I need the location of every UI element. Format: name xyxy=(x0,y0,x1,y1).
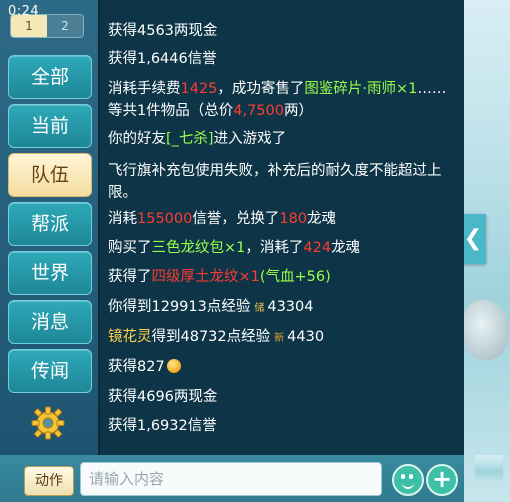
price-amount: 4,7500 xyxy=(233,103,284,119)
message-text: 获得1,6932信誉 xyxy=(108,418,217,434)
channel-tab-messages[interactable]: 消息 xyxy=(8,300,92,344)
scenery-flower xyxy=(475,455,503,483)
message-text: 信誉，兑换了 xyxy=(192,211,280,227)
message-text: 43304 xyxy=(267,299,314,315)
message-line: 消耗155000信誉，兑换了180龙魂 xyxy=(108,208,458,230)
message-line: 获得1,6932信誉 xyxy=(108,415,458,437)
message-line: 获得1,6446信誉 xyxy=(108,48,458,70)
channel-sidebar: 1 2 0:24 全部 当前 队伍 帮派 世界 消息 传闻 xyxy=(0,0,98,460)
smiley-mouth xyxy=(402,481,414,489)
action-button[interactable]: 动作 xyxy=(24,466,74,496)
message-line: 消耗手续费1425，成功寄售了图鉴碎片·雨师×1……等共1件物品（总价4,750… xyxy=(108,78,458,122)
message-text: 进入游戏了 xyxy=(213,131,287,147)
message-text: 你得到129913点经验 xyxy=(108,299,251,315)
message-text: 你的好友 xyxy=(108,131,166,147)
channel-tab-all[interactable]: 全部 xyxy=(8,55,92,99)
bonus-text: (气血+56) xyxy=(259,269,331,285)
pet-name-link[interactable]: 镜花灵 xyxy=(108,329,152,345)
coin-icon xyxy=(166,359,181,373)
message-text: 4430 xyxy=(287,329,325,345)
message-list[interactable]: 获得4563两现金 获得1,6446信誉 消耗手续费1425，成功寄售了图鉴碎片… xyxy=(100,0,464,455)
message-text: 龙魂 xyxy=(331,240,361,256)
message-text: 购买了 xyxy=(108,240,152,256)
amount: 180 xyxy=(279,211,308,227)
reserve-exp-badge: 储 xyxy=(254,303,265,314)
cost-amount: 424 xyxy=(303,240,332,256)
message-line: 获得了四级厚土龙纹×1(气血+56) xyxy=(108,266,458,288)
message-text: ，成功寄售了 xyxy=(217,81,305,97)
fee-amount: 1425 xyxy=(180,81,218,97)
status-time: 0:24 xyxy=(8,4,40,19)
item-link[interactable]: 四级厚土龙纹×1 xyxy=(152,269,260,285)
channel-tab-team[interactable]: 队伍 xyxy=(8,153,92,197)
channel-tab-rumors[interactable]: 传闻 xyxy=(8,349,92,393)
scenery-rock xyxy=(463,300,509,360)
smiley-eye xyxy=(401,474,405,479)
chat-panel: 1 2 0:24 全部 当前 队伍 帮派 世界 消息 传闻 获得4563两现金 … xyxy=(0,0,464,502)
message-text: 得到48732点经验 xyxy=(151,329,271,345)
smiley-icon[interactable] xyxy=(392,464,424,496)
channel-tab-current[interactable]: 当前 xyxy=(8,104,92,148)
message-line: 获得827 xyxy=(108,356,458,378)
message-text: 两） xyxy=(283,103,313,119)
friend-name-link[interactable]: [_七杀] xyxy=(166,131,214,147)
plus-icon[interactable]: + xyxy=(426,464,458,496)
input-bar: 动作 + xyxy=(0,455,464,502)
message-line: 镜花灵得到48732点经验新 4430 xyxy=(108,326,458,350)
message-line: 飞行旗补充包使用失败，补充后的耐久度不能超过上限。 xyxy=(108,160,458,204)
message-line: 你得到129913点经验储 43304 xyxy=(108,296,458,320)
item-link[interactable]: 图鉴碎片·雨师×1 xyxy=(304,81,417,97)
message-line: 获得4563两现金 xyxy=(108,20,458,42)
message-text: ，消耗了 xyxy=(245,240,304,256)
new-exp-badge: 新 xyxy=(274,333,285,344)
cost-amount: 155000 xyxy=(137,211,193,227)
message-text: 获得4563两现金 xyxy=(108,23,218,39)
message-line: 获得4696两现金 xyxy=(108,386,458,408)
message-text: 获得827 xyxy=(108,359,165,375)
page-2-tab[interactable]: 2 xyxy=(47,15,83,37)
channel-tab-guild[interactable]: 帮派 xyxy=(8,202,92,246)
message-text: 龙魂 xyxy=(307,211,337,227)
message-line: 你的好友[_七杀]进入游戏了 xyxy=(108,128,458,150)
message-text: 获得了 xyxy=(108,269,152,285)
message-text: 获得1,6446信誉 xyxy=(108,51,217,67)
message-text: 消耗 xyxy=(108,211,137,227)
chat-input[interactable] xyxy=(80,462,382,496)
gear-icon[interactable] xyxy=(30,405,66,441)
channel-tab-world[interactable]: 世界 xyxy=(8,251,92,295)
message-line: 购买了三色龙纹包×1，消耗了424龙魂 xyxy=(108,237,458,259)
item-link[interactable]: 三色龙纹包×1 xyxy=(152,240,246,256)
message-text: 飞行旗补充包使用失败，补充后的耐久度不能超过上限。 xyxy=(108,163,442,201)
message-text: 获得4696两现金 xyxy=(108,389,218,405)
smiley-eye xyxy=(409,474,413,479)
message-text: 消耗手续费 xyxy=(108,81,181,97)
chevron-left-icon: ❮ xyxy=(463,226,483,251)
